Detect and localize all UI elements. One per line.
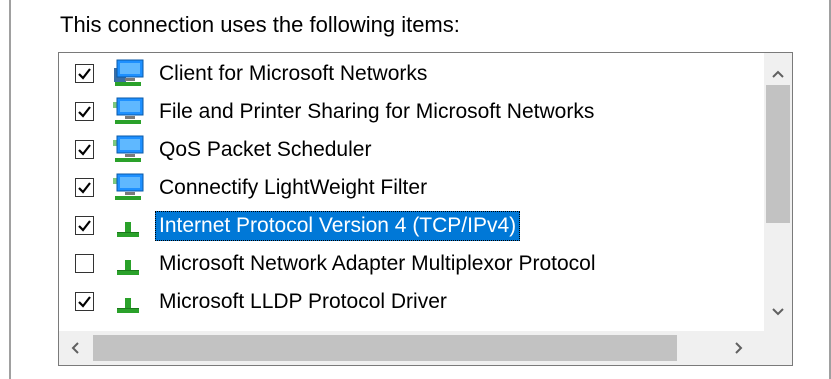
list-item[interactable]: Client for Microsoft Networks <box>59 55 765 93</box>
list-item[interactable]: File and Printer Sharing for Microsoft N… <box>59 93 765 131</box>
vertical-scroll-thumb[interactable] <box>766 85 790 223</box>
checkbox-checked[interactable] <box>75 292 94 311</box>
list-item-label: Microsoft Network Adapter Multiplexor Pr… <box>159 252 596 275</box>
checkbox-checked[interactable] <box>75 64 94 83</box>
list-item-label: File and Printer Sharing for Microsoft N… <box>159 100 595 123</box>
checkbox-checked[interactable] <box>75 102 94 121</box>
chevron-right-icon <box>735 342 743 354</box>
vertical-scrollbar[interactable] <box>764 53 792 331</box>
items-listbox[interactable]: Client for Microsoft Networks File and Pr… <box>58 52 793 366</box>
list-item-label: Connectify LightWeight Filter <box>159 176 428 199</box>
network-client-icon <box>111 58 145 88</box>
items-list: Client for Microsoft Networks File and Pr… <box>59 53 765 331</box>
scroll-down-button[interactable] <box>764 297 792 327</box>
list-item[interactable]: Internet Protocol Version 4 (TCP/IPv4) <box>59 207 765 245</box>
chevron-up-icon <box>772 70 784 78</box>
horizontal-scroll-thumb[interactable] <box>93 335 677 361</box>
list-item-label: Internet Protocol Version 4 (TCP/IPv4) <box>155 211 521 241</box>
chevron-left-icon <box>71 342 79 354</box>
checkbox-checked[interactable] <box>75 216 94 235</box>
list-item-label: QoS Packet Scheduler <box>159 138 372 161</box>
scroll-left-button[interactable] <box>61 333 89 363</box>
protocol-icon <box>111 210 145 240</box>
checkbox-checked[interactable] <box>75 140 94 159</box>
checkbox-unchecked[interactable] <box>75 254 94 273</box>
list-item-label: Microsoft LLDP Protocol Driver <box>159 290 447 313</box>
list-item[interactable]: Microsoft LLDP Protocol Driver <box>59 283 765 321</box>
scrollbar-corner <box>764 331 792 365</box>
chevron-down-icon <box>772 308 784 316</box>
list-item[interactable]: QoS Packet Scheduler <box>59 131 765 169</box>
scroll-right-button[interactable] <box>725 333 753 363</box>
protocol-icon <box>111 286 145 316</box>
network-service-icon <box>111 96 145 126</box>
list-item-label: Client for Microsoft Networks <box>159 62 428 85</box>
list-item[interactable]: Microsoft Network Adapter Multiplexor Pr… <box>59 245 765 283</box>
checkbox-checked[interactable] <box>75 178 94 197</box>
items-heading: This connection uses the following items… <box>60 12 460 37</box>
network-service-icon <box>111 172 145 202</box>
window-left-border <box>9 0 11 379</box>
network-service-icon <box>111 134 145 164</box>
protocol-icon <box>111 248 145 278</box>
horizontal-scrollbar[interactable] <box>59 331 765 365</box>
list-item[interactable]: Connectify LightWeight Filter <box>59 169 765 207</box>
